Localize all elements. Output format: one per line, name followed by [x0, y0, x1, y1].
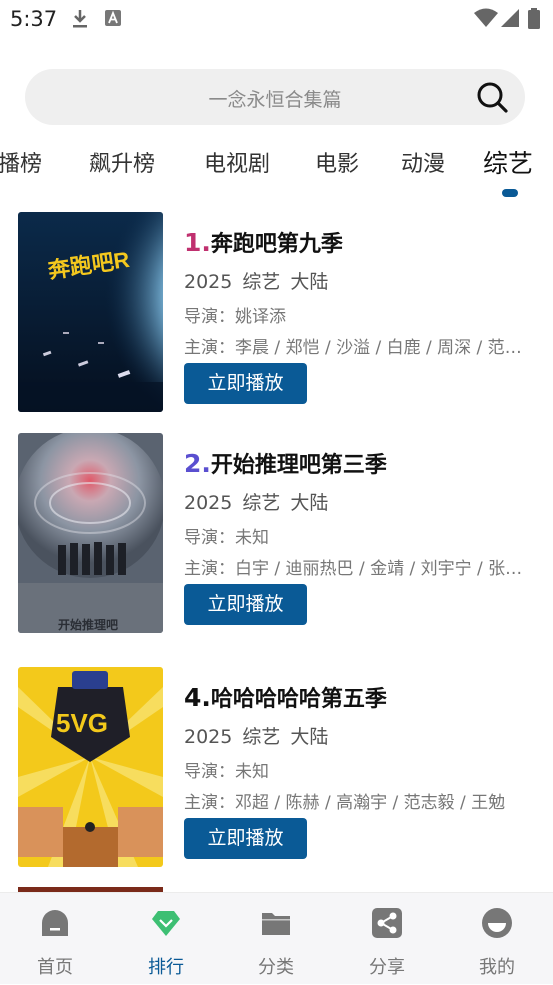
item-title[interactable]: 2.开始推理吧第三季 — [184, 447, 387, 479]
cast-text: 主演：白宇 / 迪丽热巴 / 金靖 / 刘宇宁 / 张若昀 — [184, 559, 532, 579]
play-now-button[interactable]: 立即播放 — [184, 818, 307, 859]
nav-label: 分享 — [369, 957, 405, 978]
nav-label: 我的 — [479, 957, 515, 978]
poster-text: 开始推理吧 — [58, 617, 118, 632]
play-now-button[interactable]: 立即播放 — [184, 584, 307, 625]
folder-icon — [262, 913, 290, 935]
title-text: 奔跑吧第九季 — [210, 232, 343, 257]
list-item[interactable]: 奔跑吧R 1.奔跑吧第九季 2025 综艺 大陆 导演：姚译添 主演：李晨 / 郑恺… — [18, 212, 538, 412]
svg-text:5VG: 5VG — [56, 708, 108, 738]
tab-anime[interactable]: 动漫 — [401, 146, 445, 178]
category-tabs: 播榜 飙升榜 电视剧 电影 动漫 综艺 — [0, 138, 553, 198]
rank-number: 2. — [184, 449, 211, 478]
nav-profile[interactable]: 我的 — [442, 893, 552, 985]
share-icon — [372, 908, 402, 938]
active-tab-indicator — [502, 189, 518, 197]
play-now-button[interactable]: 立即播放 — [184, 363, 307, 404]
search-icon[interactable] — [475, 80, 509, 114]
font-a-icon — [105, 10, 121, 26]
item-meta: 2025 综艺 大陆 — [184, 488, 338, 515]
item-meta: 2025 综艺 大陆 — [184, 722, 338, 749]
genre: 综艺 — [242, 726, 281, 748]
home-icon — [42, 910, 68, 936]
year: 2025 — [184, 492, 233, 514]
title-text: 开始推理吧第三季 — [210, 453, 387, 478]
cast-text: 主演：李晨 / 郑恺 / 沙溢 / 白鹿 / 周深 / 范丞丞 — [184, 338, 532, 358]
rank-gem-icon — [152, 911, 180, 936]
search-input[interactable]: 一念永恒合集篇 — [25, 85, 465, 112]
poster-image[interactable]: 5VG — [18, 667, 163, 867]
wifi-icon — [474, 8, 498, 27]
region: 大陆 — [290, 271, 329, 293]
tab-rising[interactable]: 飙升榜 — [89, 146, 155, 178]
genre: 综艺 — [242, 492, 281, 514]
rank-number: 1. — [184, 228, 211, 257]
list-item[interactable]: 开始推理吧 2.开始推理吧第三季 2025 综艺 大陆 导演：未知 主演：白宇 / … — [18, 433, 538, 633]
profile-icon — [482, 908, 512, 938]
signal-icon — [501, 9, 519, 27]
nav-label: 分类 — [258, 957, 294, 978]
status-time: 5:37 — [10, 7, 58, 31]
nav-label: 排行 — [148, 957, 184, 978]
tab-tv-series[interactable]: 电视剧 — [204, 146, 270, 178]
region: 大陆 — [290, 726, 329, 748]
list-item[interactable]: 5VG 4.哈哈哈哈哈第五季 2025 综艺 大陆 导演：未知 主演：邓超 / 陈赫… — [18, 667, 538, 867]
year: 2025 — [184, 726, 233, 748]
item-title[interactable]: 4.哈哈哈哈哈第五季 — [184, 681, 387, 713]
cast-text: 主演：邓超 / 陈赫 / 高瀚宇 / 范志毅 / 王勉 — [184, 793, 506, 813]
nav-label: 首页 — [37, 957, 73, 978]
director-text: 导演：姚译添 — [184, 307, 286, 327]
genre: 综艺 — [242, 271, 281, 293]
tab-variety[interactable]: 综艺 — [483, 144, 533, 180]
title-text: 哈哈哈哈哈第五季 — [210, 687, 387, 712]
tab-bo-bang[interactable]: 播榜 — [0, 146, 42, 178]
item-title[interactable]: 1.奔跑吧第九季 — [184, 226, 343, 258]
download-icon — [73, 10, 87, 28]
item-meta: 2025 综艺 大陆 — [184, 267, 338, 294]
nav-share[interactable]: 分享 — [332, 893, 442, 985]
director-text: 导演：未知 — [184, 762, 269, 782]
region: 大陆 — [290, 492, 329, 514]
nav-rank[interactable]: 排行 — [111, 893, 221, 985]
search-bar[interactable]: 一念永恒合集篇 — [25, 69, 525, 125]
nav-home[interactable]: 首页 — [0, 893, 110, 985]
poster-image[interactable]: 奔跑吧R — [18, 212, 163, 412]
poster-image[interactable]: 开始推理吧 — [18, 433, 163, 633]
battery-icon — [528, 8, 540, 29]
nav-category[interactable]: 分类 — [221, 893, 331, 985]
director-text: 导演：未知 — [184, 528, 269, 548]
rank-number: 4. — [184, 683, 211, 712]
bottom-nav: 首页 排行 分类 分享 我的 — [0, 892, 553, 984]
tab-movies[interactable]: 电影 — [315, 146, 359, 178]
status-bar: 5:37 — [0, 0, 553, 38]
year: 2025 — [184, 271, 233, 293]
